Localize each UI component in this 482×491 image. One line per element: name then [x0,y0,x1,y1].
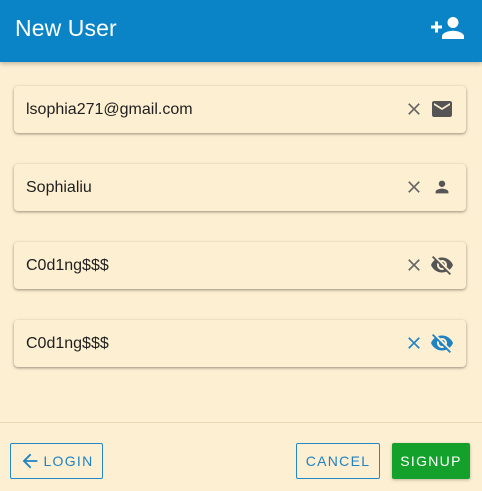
signup-button-label: SIGNUP [400,453,462,469]
new-user-dialog: New User lsophia271@gmail.com Sophialiu … [0,0,482,491]
confirm-password-input[interactable] [26,320,396,367]
email-input[interactable] [26,86,396,133]
username-field [14,164,466,211]
confirm-password-field [14,320,466,367]
person-icon [430,175,454,199]
login-button[interactable]: LOGIN [10,443,103,479]
app-header: New User [0,0,482,62]
visibility-off-icon[interactable] [430,253,454,277]
close-icon[interactable] [404,99,424,119]
footer-divider [0,422,482,423]
close-icon[interactable] [404,255,424,275]
password-field [14,242,466,289]
person-add-icon[interactable] [430,13,468,43]
arrow-left-icon [23,453,38,469]
email-field [14,86,466,133]
cancel-button-label: CANCEL [305,453,371,469]
username-input[interactable] [26,164,396,211]
password-input[interactable] [26,242,396,289]
visibility-off-icon[interactable] [430,331,454,355]
login-button-label: LOGIN [43,453,94,469]
close-icon[interactable] [404,333,424,353]
signup-button[interactable]: SIGNUP [392,443,470,479]
email-icon [430,97,454,121]
close-icon[interactable] [404,177,424,197]
page-title: New User [15,15,117,41]
cancel-button[interactable]: CANCEL [296,443,380,479]
